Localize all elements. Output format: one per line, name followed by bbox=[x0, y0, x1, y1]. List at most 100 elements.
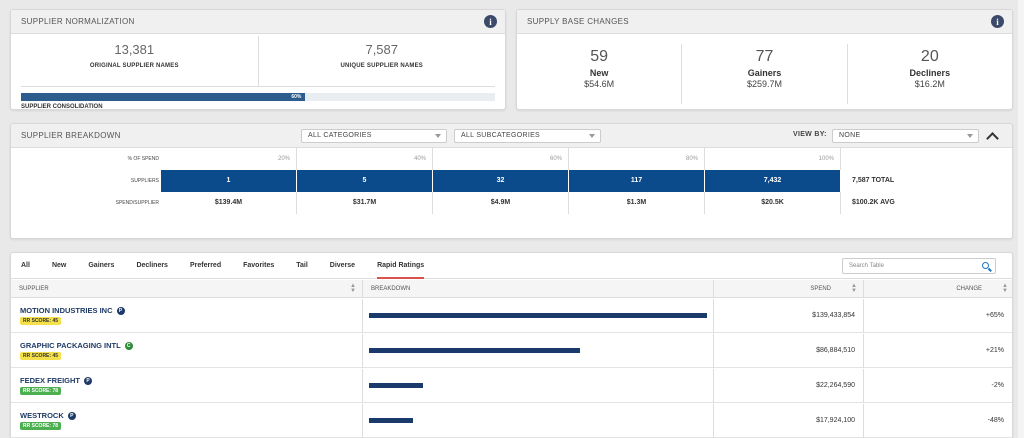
breakdown-bar bbox=[369, 383, 423, 388]
chevron-up-icon[interactable] bbox=[986, 132, 999, 145]
search-input[interactable]: Search Table bbox=[842, 258, 996, 274]
sort-icon[interactable]: ▲ ▼ bbox=[350, 283, 356, 294]
subcategory-select-value: ALL SUBCATEGORIES bbox=[461, 132, 541, 139]
supplier-name-text: WESTROCK bbox=[20, 411, 64, 420]
supply-base-decliners[interactable]: 20 Decliners $16.2M bbox=[846, 44, 1012, 104]
chevron-down-icon bbox=[589, 134, 595, 138]
original-supplier-names: 13,381 ORIGINAL SUPPLIER NAMES bbox=[11, 36, 258, 86]
supply-base-gainers[interactable]: 77 Gainers $259.7M bbox=[681, 44, 846, 104]
card-title: SUPPLY BASE CHANGES bbox=[517, 10, 1012, 34]
gainers-value: $259.7M bbox=[746, 79, 782, 89]
change-value: +21% bbox=[985, 347, 1004, 354]
tab-tail[interactable]: Tail bbox=[296, 253, 308, 279]
column-change[interactable]: CHANGE ▲ ▼ bbox=[863, 280, 1012, 298]
gainers-count: 77 bbox=[755, 48, 774, 65]
spend-per-cell: $31.7M bbox=[297, 192, 433, 214]
subcategory-select[interactable]: ALL SUBCATEGORIES bbox=[454, 129, 601, 143]
spend-value: $17,924,100 bbox=[816, 417, 855, 424]
supplier-count-cell[interactable]: 117 bbox=[569, 170, 705, 192]
supplier-type-icon: P bbox=[116, 307, 125, 315]
card-title: SUPPLIER NORMALIZATION bbox=[11, 10, 505, 34]
breakdown-bar bbox=[369, 313, 707, 318]
sort-icon[interactable]: ▲ ▼ bbox=[851, 283, 857, 294]
breakdown-cell bbox=[362, 334, 713, 368]
supplier-type-icon: P bbox=[67, 412, 76, 420]
spend-cell: $139,433,854 bbox=[713, 299, 863, 333]
pct-of-spend-row: % OF SPEND 20% 40% 60% 80% 100% bbox=[11, 148, 1012, 170]
rr-score-badge: RR SCORE: 45 bbox=[20, 317, 62, 325]
supplier-name[interactable]: MOTION INDUSTRIES INC P bbox=[20, 306, 125, 315]
sort-icon[interactable]: ▲ ▼ bbox=[1002, 283, 1008, 294]
breakdown-cell bbox=[362, 299, 713, 333]
pct-tick: 20% bbox=[161, 148, 297, 170]
supplier-cell: WESTROCK P RR SCORE: 78 bbox=[11, 404, 362, 438]
consolidation-bar-fill: 60% bbox=[21, 93, 306, 101]
suppliers-row: SUPPLIERS 1 5 32 117 7,432 7,587 TOTAL bbox=[11, 170, 1012, 192]
original-count: 13,381 bbox=[114, 42, 155, 57]
tab-favorites[interactable]: Favorites bbox=[243, 253, 274, 279]
table-row[interactable]: WESTROCK P RR SCORE: 78 $17,924,100 -48% bbox=[11, 404, 1012, 438]
column-label: SPEND bbox=[810, 286, 831, 292]
column-supplier[interactable]: SUPPLIER ▲ ▼ bbox=[11, 280, 362, 298]
column-label: BREAKDOWN bbox=[371, 286, 411, 292]
table-row[interactable]: GRAPHIC PACKAGING INTL C RR SCORE: 45 $86… bbox=[11, 334, 1012, 368]
tab-gainers[interactable]: Gainers bbox=[88, 253, 114, 279]
supplier-name[interactable]: WESTROCK P bbox=[20, 411, 76, 420]
avg-spend: $100.2K AVG bbox=[852, 199, 895, 206]
tab-decliners[interactable]: Decliners bbox=[136, 253, 168, 279]
tab-all[interactable]: All bbox=[21, 253, 30, 279]
change-cell: -48% bbox=[863, 404, 1012, 438]
tab-new[interactable]: New bbox=[52, 253, 66, 279]
supplier-cell: MOTION INDUSTRIES INC P RR SCORE: 45 bbox=[11, 299, 362, 333]
supplier-breakdown-card: SUPPLIER BREAKDOWN ALL CATEGORIES ALL SU… bbox=[10, 123, 1013, 239]
spend-per-cell: $4.9M bbox=[433, 192, 569, 214]
unique-label: UNIQUE SUPPLIER NAMES bbox=[340, 63, 424, 69]
change-cell: +21% bbox=[863, 334, 1012, 368]
supplier-count-cell[interactable]: 7,432 bbox=[705, 170, 841, 192]
supplier-name-text: GRAPHIC PACKAGING INTL bbox=[20, 341, 121, 350]
supplier-count-cell[interactable]: 5 bbox=[297, 170, 433, 192]
table-row[interactable]: FEDEX FREIGHT P RR SCORE: 78 $22,264,590 … bbox=[11, 369, 1012, 403]
category-select[interactable]: ALL CATEGORIES bbox=[301, 129, 447, 143]
chevron-down-icon bbox=[435, 134, 441, 138]
new-value: $54.6M bbox=[584, 79, 615, 89]
spend-value: $139,433,854 bbox=[812, 312, 855, 319]
supplier-count-cell[interactable]: 32 bbox=[433, 170, 569, 192]
table-row[interactable]: MOTION INDUSTRIES INC P RR SCORE: 45 $139… bbox=[11, 299, 1012, 333]
supplier-name[interactable]: FEDEX FREIGHT P bbox=[20, 376, 93, 385]
supply-base-new[interactable]: 59 New $54.6M bbox=[517, 44, 681, 104]
info-icon[interactable]: i bbox=[484, 15, 497, 28]
column-label: CHANGE bbox=[956, 286, 982, 292]
change-value: -2% bbox=[991, 382, 1004, 389]
consolidation-pct: 60% bbox=[291, 94, 302, 100]
supplier-table-card: All New Gainers Decliners Preferred Favo… bbox=[10, 252, 1013, 438]
filter-tabs: All New Gainers Decliners Preferred Favo… bbox=[11, 253, 1012, 279]
breakdown-cell bbox=[362, 369, 713, 403]
tab-diverse[interactable]: Diverse bbox=[330, 253, 355, 279]
total-suppliers: 7,587 TOTAL bbox=[852, 177, 895, 184]
info-icon[interactable]: i bbox=[991, 15, 1004, 28]
search-icon[interactable] bbox=[982, 262, 989, 269]
pct-tick: 80% bbox=[569, 148, 705, 170]
viewby-select[interactable]: NONE bbox=[832, 129, 979, 143]
unique-supplier-names: 7,587 UNIQUE SUPPLIER NAMES bbox=[257, 36, 506, 86]
tab-preferred[interactable]: Preferred bbox=[190, 253, 221, 279]
consolidation-label: SUPPLIER CONSOLIDATION bbox=[21, 104, 103, 110]
tab-rapid-ratings[interactable]: Rapid Ratings bbox=[377, 253, 425, 279]
page-scrollbar[interactable] bbox=[1018, 0, 1024, 438]
pct-tick: 40% bbox=[297, 148, 433, 170]
breakdown-bar bbox=[369, 418, 413, 423]
supplier-count-cell[interactable]: 1 bbox=[161, 170, 297, 192]
column-label: SUPPLIER bbox=[19, 286, 49, 292]
supplier-name[interactable]: GRAPHIC PACKAGING INTL C bbox=[20, 341, 133, 350]
search-placeholder: Search Table bbox=[849, 263, 884, 269]
rr-score-badge: RR SCORE: 78 bbox=[20, 422, 62, 430]
row-label: SPEND/SUPPLIER bbox=[115, 200, 159, 206]
chevron-down-icon bbox=[967, 134, 973, 138]
spend-per-cell: $139.4M bbox=[161, 192, 297, 214]
gainers-label: Gainers bbox=[747, 68, 782, 78]
original-label: ORIGINAL SUPPLIER NAMES bbox=[89, 63, 179, 69]
rr-score-badge: RR SCORE: 45 bbox=[20, 352, 62, 360]
column-spend[interactable]: SPEND ▲ ▼ bbox=[713, 280, 863, 298]
decliners-value: $16.2M bbox=[914, 79, 945, 89]
